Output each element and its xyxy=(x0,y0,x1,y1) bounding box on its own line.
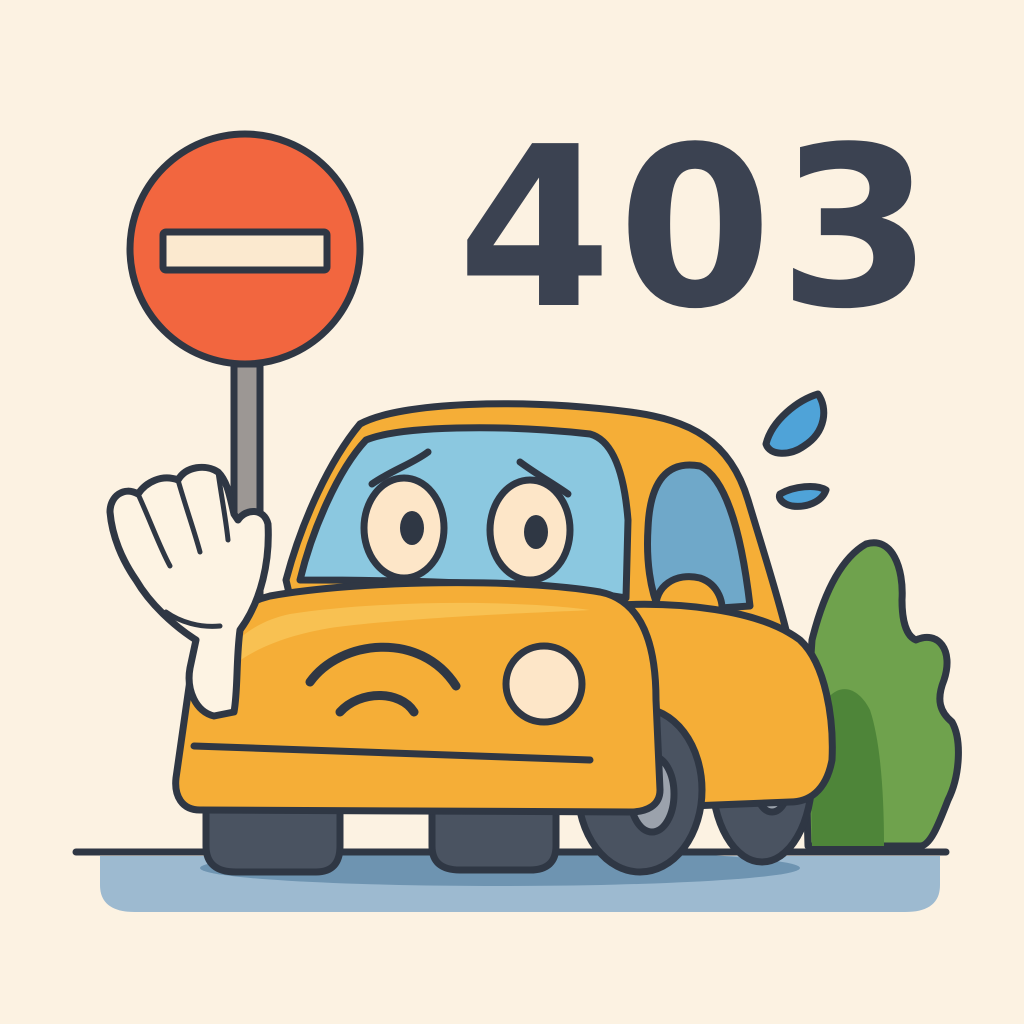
forbidden-illustration: 403 xyxy=(0,0,1024,1024)
left-pupil xyxy=(400,511,424,545)
sweat-drop-small xyxy=(776,483,830,510)
no-entry-sign-icon xyxy=(126,130,364,368)
front-mid-tire xyxy=(428,804,560,874)
front-left-tire xyxy=(202,804,344,876)
right-pupil xyxy=(524,515,548,549)
headlight xyxy=(502,642,586,726)
sign-bar xyxy=(159,228,331,274)
error-code: 403 xyxy=(457,100,939,358)
